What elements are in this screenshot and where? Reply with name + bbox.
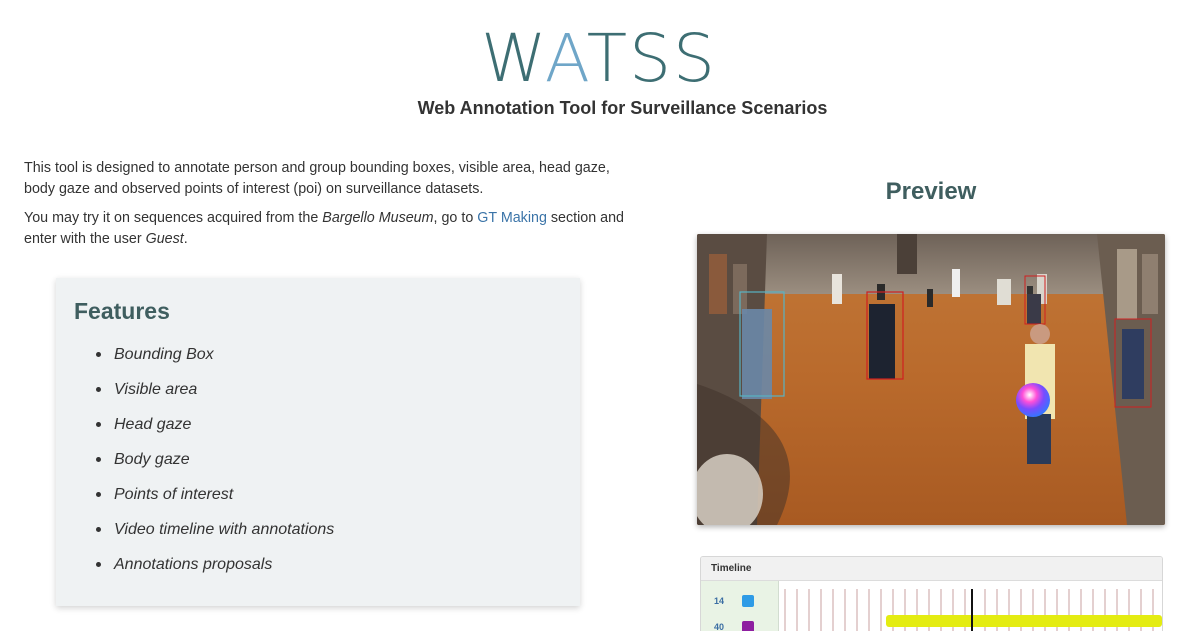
guest-user: Guest [145,231,184,247]
feature-item: Video timeline with annotations [96,520,562,555]
logo-text-w: W [481,20,545,97]
timeline-header: Timeline [701,557,1162,581]
timeline-panel: Timeline 14 40 [700,556,1163,631]
intro-text-segment: You may try it on sequences acquired fro… [24,210,323,226]
intro-paragraph-1: This tool is designed to annotate person… [24,160,610,197]
feature-item: Bounding Box [96,345,562,380]
timeline-row[interactable]: 40 [701,617,779,631]
gt-making-link[interactable]: GT Making [477,210,547,226]
timeline-ticks[interactable] [781,581,1163,631]
intro-text-segment: , go to [433,210,478,226]
features-panel: Features Bounding Box Visible area Head … [56,278,580,606]
museum-name: Bargello Museum [322,210,434,226]
features-list: Bounding Box Visible area Head gaze Body… [74,345,562,590]
watss-logo: WATSS [0,24,1198,94]
intro-text: This tool is designed to annotate person… [24,158,624,258]
feature-item: Visible area [96,380,562,415]
timeline-track-list: 14 40 [701,581,779,631]
track-color-swatch [742,621,754,631]
track-id: 40 [714,622,725,631]
intro-paragraph-2: You may try it on sequences acquired fro… [24,208,624,250]
track-annotation-bar[interactable] [886,615,1162,627]
timeline-row[interactable]: 14 [701,591,779,613]
museum-scene-illustration [697,234,1165,525]
feature-item: Body gaze [96,450,562,485]
track-color-swatch [742,595,754,607]
intro-text-segment: . [183,231,188,247]
preview-image [697,234,1165,525]
feature-item: Head gaze [96,415,562,450]
preview-title: Preview [885,178,977,205]
feature-item: Annotations proposals [96,555,562,590]
logo-text-tss: TSS [586,20,717,97]
track-id: 14 [714,596,725,606]
logo-text-a: A [544,20,587,97]
feature-item: Points of interest [96,485,562,520]
features-title: Features [74,298,170,324]
page-subtitle: Web Annotation Tool for Surveillance Sce… [417,98,828,118]
